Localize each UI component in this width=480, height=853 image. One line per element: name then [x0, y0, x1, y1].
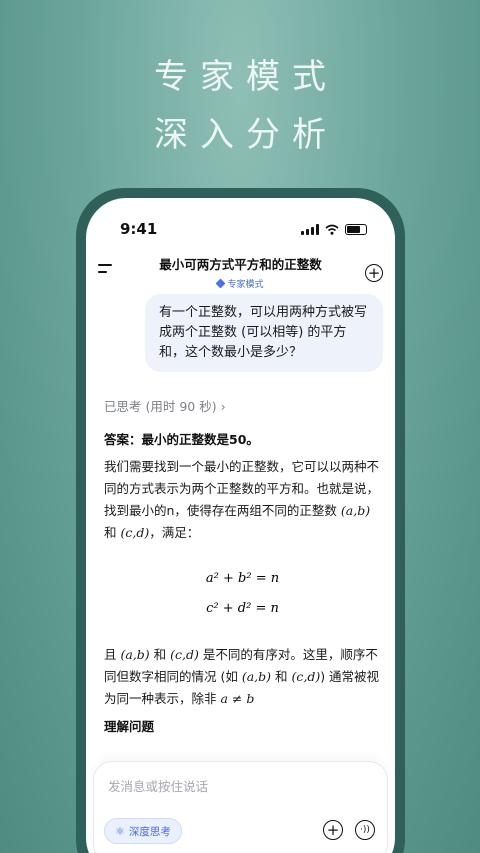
- paragraph-text: ，满足：: [149, 525, 200, 540]
- voice-button[interactable]: ·)): [355, 820, 375, 840]
- math-pair: (a,b): [120, 647, 150, 662]
- plus-icon: +: [326, 820, 340, 839]
- paragraph-text: 和: [271, 669, 292, 684]
- assistant-answer: 已思考 (用时 90 秒) › 答案：最小的正整数是50。 我们需要找到一个最小…: [104, 396, 381, 735]
- chat-title: 最小可两方式平方和的正整数: [159, 257, 322, 272]
- message-input[interactable]: 发消息或按住说话: [108, 776, 208, 795]
- hero-title-line-1: 专家模式: [154, 57, 338, 97]
- math-pair: (c,d): [120, 525, 150, 540]
- hero-banner: 专家模式 深入分析: [0, 48, 480, 164]
- deep-think-label: 深度思考: [128, 825, 171, 838]
- phone-frame: 9:41 最小可两方式平方和的正整数 专家模式 + 有一个正整数，可以用两种方式…: [76, 188, 405, 853]
- diamond-icon: [216, 278, 226, 289]
- section-heading: 理解问题: [104, 719, 155, 734]
- math-pair: (c,d): [170, 647, 199, 662]
- atom-icon: ⚛: [115, 824, 125, 838]
- chat-title-area: 最小可两方式平方和的正整数 专家模式: [136, 254, 345, 290]
- plus-icon: +: [367, 263, 381, 282]
- mode-label: 专家模式: [227, 280, 264, 290]
- status-icons: [301, 224, 367, 235]
- paragraph-text: 且: [104, 647, 121, 662]
- attach-button[interactable]: +: [323, 820, 343, 840]
- menu-icon[interactable]: [98, 262, 114, 276]
- phone-screen: 9:41 最小可两方式平方和的正整数 专家模式 + 有一个正整数，可以用两种方式…: [86, 198, 395, 853]
- new-chat-button[interactable]: +: [365, 264, 383, 282]
- answer-paragraph-2: 且 (a,b) 和 (c,d) 是不同的有序对。这里，顺序不同但数字相同的情况 …: [104, 644, 381, 710]
- answer-paragraph-1: 我们需要找到一个最小的正整数，它可以以两种不同的方式表示为两个正整数的平方和。也…: [104, 456, 381, 544]
- equation-1: a² + b² = n: [205, 571, 280, 586]
- user-message-bubble: 有一个正整数，可以用两种方式被写成两个正整数 (可以相等) 的平方和，这个数最小…: [145, 294, 383, 372]
- paragraph-text: 我们需要找到一个最小的正整数，它可以以两种不同的方式表示为两个正整数的平方和。也…: [104, 459, 380, 518]
- voice-wave-icon: ·)): [360, 825, 370, 835]
- cellular-signal-icon: [301, 224, 319, 235]
- hero-title-line-2: 深入分析: [154, 115, 338, 155]
- answer-headline: 答案：最小的正整数是50。: [104, 432, 259, 447]
- mode-badge: 专家模式: [136, 277, 345, 290]
- math-pair: (a,b): [241, 669, 272, 684]
- math-pair: (c,d): [291, 669, 321, 684]
- paragraph-text: 和: [104, 525, 121, 540]
- math-pair: (a,b): [340, 503, 371, 518]
- status-time: 9:41: [120, 220, 158, 238]
- status-bar: 9:41: [86, 218, 395, 242]
- deep-think-toggle[interactable]: ⚛ 深度思考: [104, 818, 182, 844]
- message-composer: 发消息或按住说话 ⚛ 深度思考 + ·)): [94, 762, 387, 853]
- battery-icon: [345, 224, 367, 235]
- chat-header: 最小可两方式平方和的正整数 专家模式 +: [86, 250, 395, 294]
- thought-label: 已思考 (用时 90 秒): [104, 399, 217, 414]
- paragraph-text: 和: [149, 647, 171, 662]
- wifi-icon: [325, 224, 339, 235]
- equation-block: a² + b² = n c² + d² = n: [104, 564, 381, 624]
- equation-2: c² + d² = n: [206, 601, 279, 616]
- math-inequality: a ≠ b: [220, 691, 255, 706]
- chevron-right-icon: ›: [220, 399, 226, 414]
- thought-toggle[interactable]: 已思考 (用时 90 秒) ›: [104, 396, 381, 415]
